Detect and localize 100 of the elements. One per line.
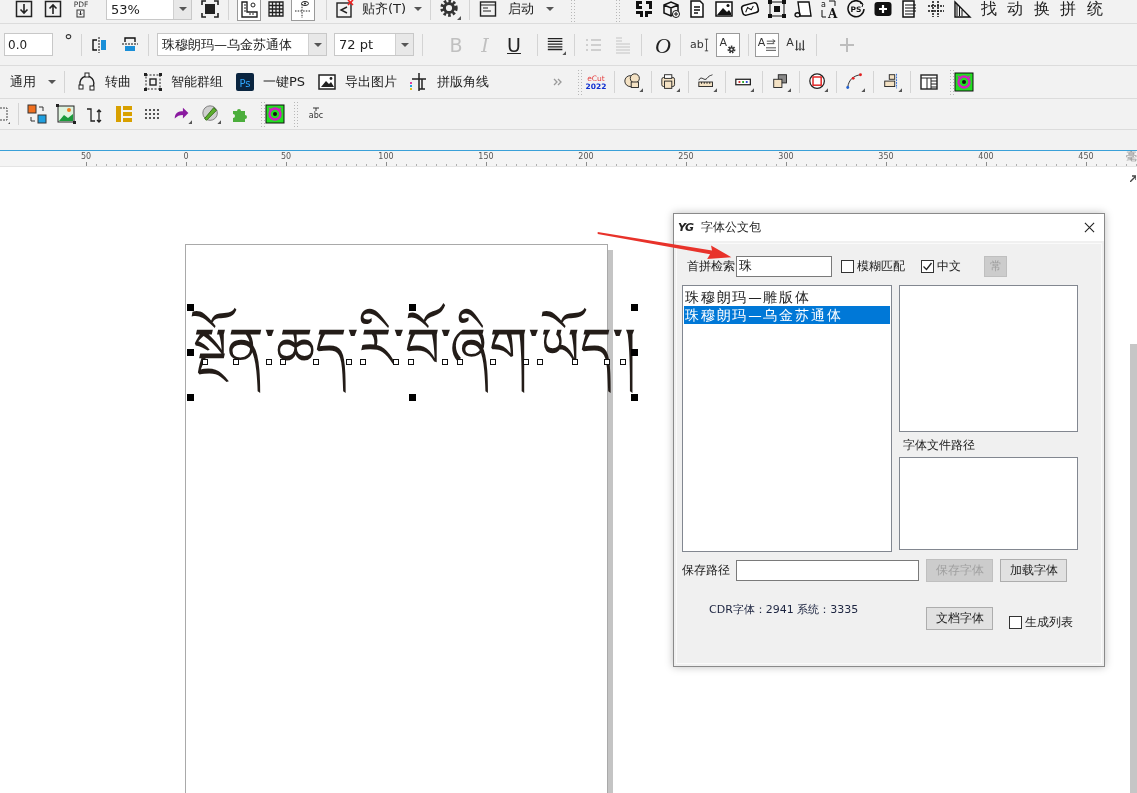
toolbar-text-button[interactable]: 动 [1007, 0, 1024, 20]
app-logo-icon[interactable] [954, 72, 975, 92]
smart-group-button[interactable]: 智能群组 [143, 72, 223, 92]
node-handle[interactable] [620, 359, 626, 365]
frame-icon[interactable] [766, 0, 787, 19]
node-handle[interactable] [537, 359, 543, 365]
selection-handle[interactable] [409, 394, 416, 401]
text-columns-button[interactable]: A [783, 32, 808, 57]
caret-icon [313, 42, 322, 47]
node-handle[interactable] [360, 359, 366, 365]
landscape-icon[interactable] [56, 104, 76, 124]
selection-handle[interactable] [187, 394, 194, 401]
node-handle[interactable] [313, 359, 319, 365]
node-handle[interactable] [604, 359, 610, 365]
pen-disc-icon[interactable] [201, 104, 221, 124]
launch-dropdown[interactable]: 启动 [478, 0, 555, 19]
ruler-wave-icon[interactable] [697, 72, 718, 92]
lines-icon [766, 37, 777, 52]
photoshop-button[interactable]: Ps 一键PS [235, 72, 306, 92]
font-path-field[interactable] [899, 457, 1078, 550]
checkbox[interactable] [1009, 615, 1022, 629]
ruler-icon [239, 0, 259, 19]
zoom-dropdown[interactable]: 53% [106, 0, 192, 20]
photoshop-logo-icon: Ps [235, 72, 255, 92]
ruler-label: 150 [478, 152, 494, 161]
snap-dropdown[interactable]: 贴齐(T) [362, 0, 423, 18]
selection-handle[interactable] [409, 304, 416, 311]
toolbar-text-button[interactable]: 拼 [1060, 0, 1077, 20]
toolbar-text-button[interactable]: 换 [1033, 0, 1050, 20]
node-handle[interactable] [572, 359, 578, 365]
checkbox-label[interactable]: 生成列表 [1025, 613, 1073, 631]
save-path-field[interactable] [736, 560, 919, 581]
node-handle[interactable] [280, 359, 286, 365]
convert-to-curves-button[interactable]: 转曲 [77, 72, 131, 92]
ruler-unit-label: 毫 [1126, 151, 1137, 163]
node-handle[interactable] [393, 359, 399, 365]
checkbox-label[interactable]: 模糊匹配 [857, 257, 905, 275]
node-handle[interactable] [523, 359, 529, 365]
ruler-label: 350 [878, 152, 894, 161]
corner-arrow-icon[interactable] [1130, 174, 1136, 182]
node-handle[interactable] [442, 359, 448, 365]
bezier-curve-icon[interactable] [845, 72, 866, 92]
font-size-dropdown[interactable]: 72 pt [334, 33, 414, 56]
search-field[interactable]: 珠 [736, 255, 832, 277]
font-list-item[interactable]: 珠穆朗玛—雕版体 [684, 288, 890, 306]
scroll-icon[interactable] [793, 0, 814, 19]
guides-icon [293, 0, 313, 19]
text-frame-button[interactable]: A [754, 32, 780, 57]
picture-icon[interactable] [713, 0, 734, 19]
crosshair-grid-icon[interactable] [925, 0, 946, 19]
node-handle[interactable] [202, 359, 208, 365]
crop-marks-button[interactable]: 拼版角线 [409, 72, 490, 92]
pattern-icon[interactable] [634, 0, 655, 19]
printer-icon[interactable] [660, 72, 681, 92]
scrollbar[interactable] [1130, 344, 1137, 793]
ruler-label: 300 [778, 152, 794, 161]
checkbox[interactable] [921, 259, 934, 273]
toolbar-text-button[interactable]: 找 [980, 0, 997, 20]
node-handle[interactable] [233, 359, 239, 365]
selection-handle[interactable] [631, 394, 638, 401]
angle-field[interactable]: 0.0 [4, 33, 53, 56]
app-logo-icon[interactable] [265, 104, 285, 124]
document-fonts-button[interactable]: 文档字体 [926, 606, 993, 630]
tibetan-text[interactable]: སྔོན་ཆད་རི་བོ་ཞིག་ཡོད་། [193, 303, 636, 393]
guides-toggle-button[interactable] [291, 0, 315, 21]
checkbox-label[interactable]: 中文 [937, 257, 961, 275]
ruler-label: 0 [183, 152, 189, 161]
close-icon[interactable] [1084, 222, 1095, 233]
gear-icon[interactable] [439, 0, 462, 20]
ruler-triangle-icon[interactable] [952, 0, 973, 19]
caret-icon [48, 80, 56, 84]
node-handle[interactable] [408, 359, 414, 365]
load-font-button[interactable]: 加载字体 [1000, 559, 1067, 582]
export-image-button[interactable]: 导出图片 [317, 72, 398, 92]
package-icon[interactable] [660, 0, 681, 19]
font-dropdown[interactable]: 珠穆朗玛—乌金苏通体 [157, 33, 327, 56]
preset-dropdown[interactable]: 通用 [10, 73, 56, 91]
table-icon[interactable] [919, 72, 940, 92]
text-settings-button[interactable]: A [715, 32, 740, 57]
shapes-icon[interactable] [623, 72, 644, 92]
swap-squares-icon[interactable] [27, 104, 47, 124]
oblique-o-button[interactable]: O [652, 32, 674, 57]
text-cursor-button[interactable]: ab [687, 32, 712, 57]
font-list-item[interactable]: 珠穆朗玛—乌金苏通体 [684, 306, 890, 324]
stacked-squares-icon[interactable] [771, 72, 792, 92]
node-handle[interactable] [346, 359, 352, 365]
node-handle[interactable] [266, 359, 272, 365]
underline-button[interactable]: U [503, 32, 525, 57]
snap-off-icon[interactable] [335, 0, 355, 19]
double-chevron-icon[interactable] [553, 77, 564, 87]
node-handle[interactable] [457, 359, 463, 365]
node-handle[interactable] [490, 359, 496, 365]
fullscreen-icon[interactable] [200, 0, 220, 19]
tag-icon[interactable] [740, 0, 761, 19]
checkbox[interactable] [841, 259, 854, 273]
align-boxes-icon[interactable] [882, 72, 903, 92]
ruler-toggle-button[interactable] [237, 0, 261, 21]
toolbar-text-button[interactable]: 统 [1086, 0, 1103, 20]
add-icon[interactable] [872, 0, 893, 19]
grid-icon [266, 0, 286, 19]
